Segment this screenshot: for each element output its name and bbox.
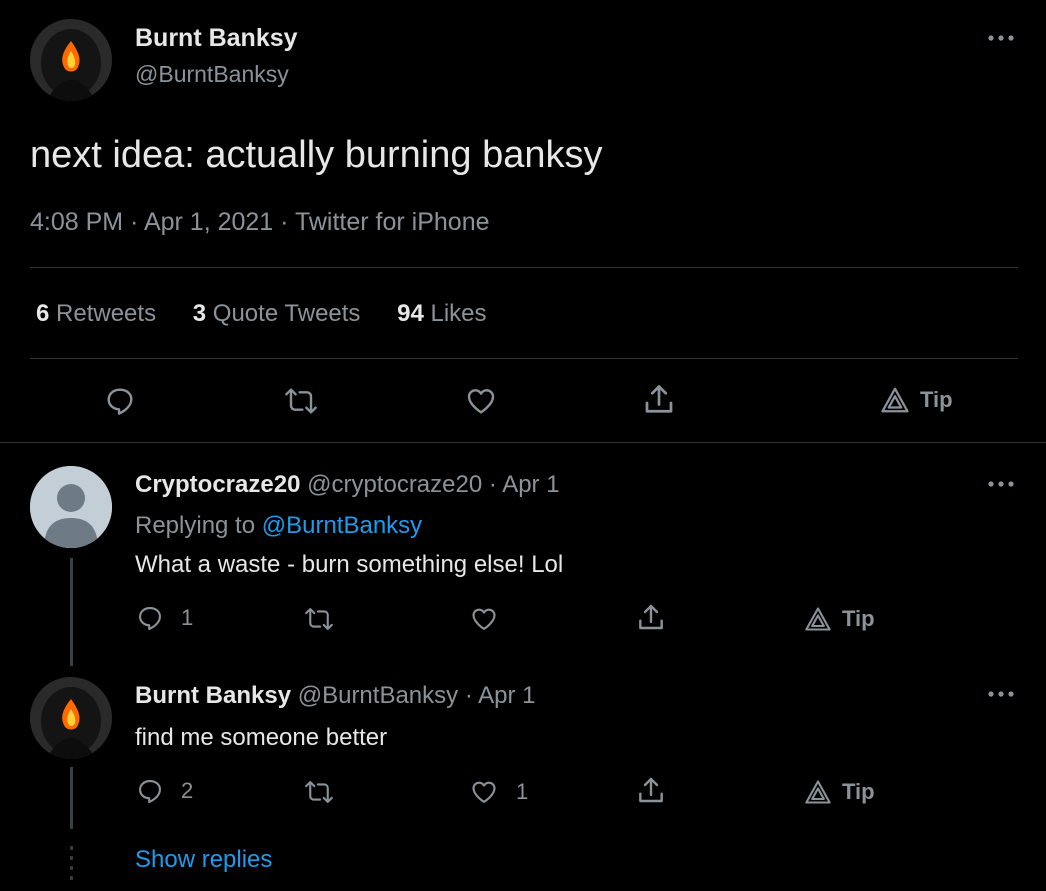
reply-header: Burnt Banksy @BurntBanksy · Apr 1 bbox=[135, 682, 536, 710]
author-handle[interactable]: @BurntBanksy bbox=[135, 61, 289, 88]
divider bbox=[30, 358, 1018, 359]
author-handle-date[interactable]: @cryptocraze20 · Apr 1 bbox=[307, 471, 559, 498]
divider bbox=[0, 442, 1046, 443]
replying-to-label: Replying to bbox=[135, 512, 256, 539]
tip-label: Tip bbox=[842, 779, 875, 804]
retweets-count: 6 bbox=[36, 300, 50, 327]
reply-icon bbox=[139, 780, 161, 804]
avatar[interactable] bbox=[30, 677, 112, 759]
quotes-label: Quote Tweets bbox=[212, 300, 361, 327]
author-display-name[interactable]: Burnt Banksy bbox=[135, 682, 291, 709]
likes-stat[interactable]: 94 Likes bbox=[397, 300, 486, 327]
avatar[interactable] bbox=[30, 19, 112, 101]
divider bbox=[30, 267, 1018, 268]
reply-button[interactable]: 2 bbox=[135, 777, 193, 805]
likes-count: 94 bbox=[397, 300, 424, 327]
retweets-stat[interactable]: 6 Retweets bbox=[36, 300, 163, 327]
retweet-button[interactable] bbox=[281, 385, 321, 417]
tip-button[interactable]: Tip bbox=[804, 779, 875, 805]
tweet-thread: Burnt Banksy @BurntBanksy next idea: act… bbox=[0, 0, 1046, 891]
show-replies-link[interactable]: Show replies bbox=[135, 846, 272, 874]
reply-button[interactable] bbox=[103, 385, 137, 417]
replying-to: Replying to @BurntBanksy bbox=[135, 512, 422, 540]
heart-icon bbox=[472, 781, 496, 803]
likes-label: Likes bbox=[430, 300, 487, 327]
share-icon bbox=[639, 604, 663, 630]
heart-icon bbox=[467, 389, 495, 414]
tip-button[interactable]: Tip bbox=[804, 606, 875, 632]
retweet-button[interactable] bbox=[301, 778, 337, 806]
like-button[interactable] bbox=[468, 605, 500, 633]
reply-text: find me someone better bbox=[135, 724, 388, 751]
reply-header: Cryptocraze20 @cryptocraze20 · Apr 1 bbox=[135, 471, 560, 499]
replying-to-handle[interactable]: @BurntBanksy bbox=[262, 512, 422, 539]
reply-count: 2 bbox=[181, 778, 194, 803]
share-button[interactable] bbox=[635, 602, 667, 634]
retweets-label: Retweets bbox=[56, 300, 157, 327]
avatar[interactable] bbox=[30, 466, 112, 548]
heart-icon bbox=[472, 608, 496, 630]
like-count: 1 bbox=[516, 779, 529, 804]
tip-label: Tip bbox=[842, 606, 875, 631]
share-icon bbox=[639, 777, 663, 803]
retweet-button[interactable] bbox=[301, 605, 337, 633]
tip-icon bbox=[805, 780, 831, 804]
tweet-text: next idea: actually burning banksy bbox=[30, 134, 603, 176]
reply-text: What a waste - burn something else! Lol bbox=[135, 551, 564, 578]
thread-line bbox=[70, 558, 73, 666]
share-icon bbox=[645, 385, 673, 413]
reply-button[interactable]: 1 bbox=[135, 604, 193, 632]
quotes-count: 3 bbox=[192, 300, 207, 327]
reply-icon bbox=[139, 607, 161, 631]
more-options-icon[interactable] bbox=[986, 478, 1016, 490]
author-display-name[interactable]: Cryptocraze20 bbox=[135, 471, 300, 498]
thread-dots bbox=[70, 846, 73, 886]
reply-icon bbox=[107, 388, 133, 415]
tweet-stats: 6 Retweets 3 Quote Tweets 94 Likes bbox=[36, 300, 487, 328]
retweet-icon bbox=[305, 781, 333, 803]
share-button[interactable] bbox=[635, 775, 667, 807]
share-button[interactable] bbox=[641, 382, 677, 418]
tip-icon bbox=[805, 607, 831, 631]
tweet-timestamp[interactable]: 4:08 PM · Apr 1, 2021 · Twitter for iPho… bbox=[30, 208, 490, 237]
like-button[interactable] bbox=[463, 385, 499, 417]
tip-button[interactable]: Tip bbox=[880, 386, 953, 414]
author-display-name[interactable]: Burnt Banksy bbox=[135, 24, 298, 53]
author-handle-date[interactable]: @BurntBanksy · Apr 1 bbox=[298, 682, 536, 709]
retweet-icon bbox=[285, 388, 317, 414]
tip-label: Tip bbox=[920, 387, 953, 412]
quotes-stat[interactable]: 3 Quote Tweets bbox=[193, 300, 367, 327]
tip-icon bbox=[881, 387, 909, 413]
retweet-icon bbox=[305, 608, 333, 630]
thread-line bbox=[70, 767, 73, 829]
like-button[interactable]: 1 bbox=[468, 778, 528, 806]
reply-count: 1 bbox=[181, 605, 194, 630]
more-options-icon[interactable] bbox=[986, 32, 1016, 44]
more-options-icon[interactable] bbox=[986, 688, 1016, 700]
